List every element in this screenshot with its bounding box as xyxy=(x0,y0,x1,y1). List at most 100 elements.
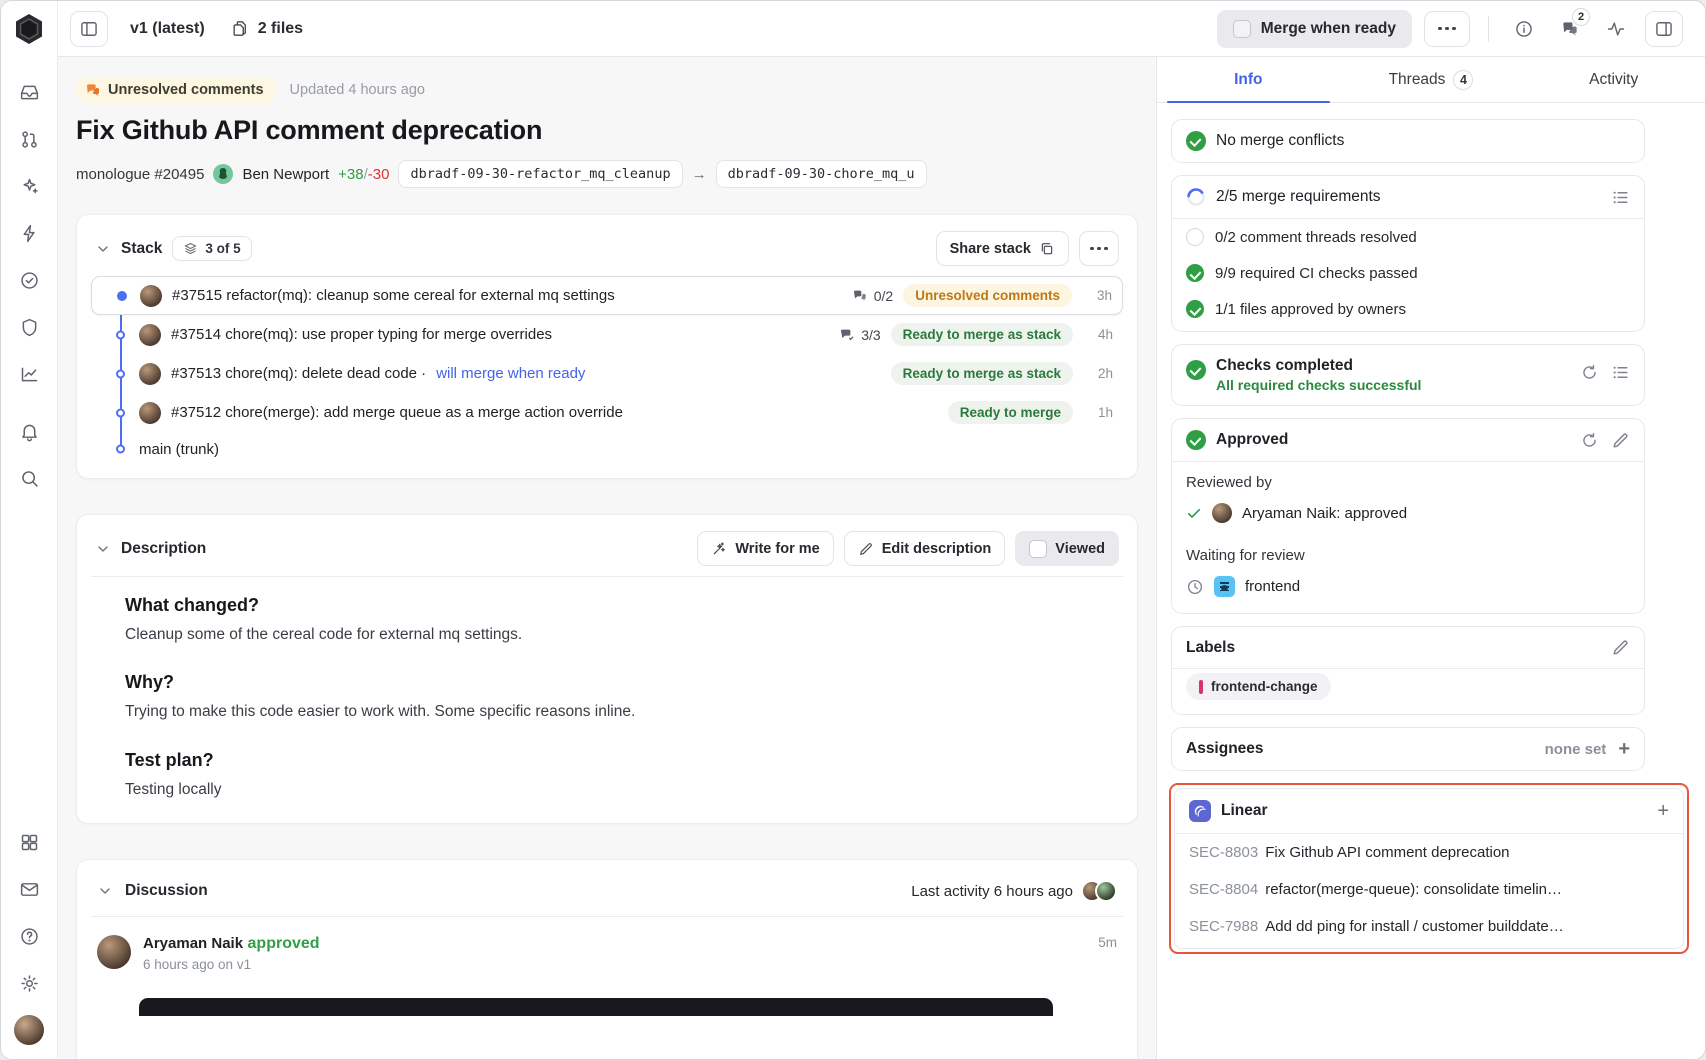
tab-activity[interactable]: Activity xyxy=(1522,57,1705,102)
refresh-icon[interactable] xyxy=(1580,363,1599,382)
stack-row-current[interactable]: #37515 refactor(mq): cleanup some cereal… xyxy=(91,276,1123,315)
comment-count: 0/2 xyxy=(852,288,893,304)
sidebar-toggle-icon[interactable] xyxy=(70,11,108,47)
stack-row[interactable]: #37512 chore(merge): add merge queue as … xyxy=(91,393,1123,432)
version-selector[interactable]: v1 (latest) xyxy=(130,20,205,38)
row-time: 2h xyxy=(1083,366,1113,381)
files-button[interactable]: 2 files xyxy=(231,19,303,38)
status-badge: Ready to merge xyxy=(948,401,1073,424)
linear-issue-row[interactable]: SEC-7988 Add dd ping for install / custo… xyxy=(1175,908,1683,948)
checks-title: Checks completed xyxy=(1216,357,1421,375)
right-panel-toggle-icon[interactable] xyxy=(1645,11,1683,47)
waiting-team-row[interactable]: frontend xyxy=(1172,568,1644,613)
stack-node-icon xyxy=(117,291,127,301)
merge-conflicts-card: No merge conflicts xyxy=(1171,119,1645,163)
info-icon[interactable] xyxy=(1507,12,1541,46)
settings-gear-icon[interactable] xyxy=(10,964,48,1002)
list-icon[interactable] xyxy=(1611,188,1630,207)
reviewer-name: Aryaman Naik: approved xyxy=(1242,505,1407,522)
stack-count-pill[interactable]: 3 of 5 xyxy=(172,236,251,261)
linear-issue-row[interactable]: SEC-8804 refactor(merge-queue): consolid… xyxy=(1175,871,1683,908)
approved-label: approved xyxy=(248,935,320,952)
insights-icon[interactable] xyxy=(10,355,48,393)
threads-count-badge: 4 xyxy=(1453,70,1473,90)
trunk-row[interactable]: main (trunk) xyxy=(91,432,1123,466)
activity-pulse-icon[interactable] xyxy=(1599,12,1633,46)
commenter-name[interactable]: Aryaman Naik xyxy=(143,935,243,952)
last-activity-label: Last activity 6 hours ago xyxy=(911,883,1073,900)
reviewer-row[interactable]: Aryaman Naik: approved xyxy=(1172,495,1644,535)
team-avatar xyxy=(1214,576,1235,597)
description-text: Trying to make this code easier to work … xyxy=(125,701,1089,723)
overflow-menu-button[interactable] xyxy=(1424,11,1470,47)
comments-icon[interactable]: 2 xyxy=(1553,12,1587,46)
graphite-logo-icon[interactable] xyxy=(11,11,47,47)
inbox-icon[interactable] xyxy=(10,73,48,111)
labels-title: Labels xyxy=(1186,639,1235,657)
tab-threads[interactable]: Threads4 xyxy=(1340,57,1523,102)
pencil-icon[interactable] xyxy=(1611,431,1630,450)
ai-sparkle-icon[interactable] xyxy=(10,167,48,205)
share-stack-button[interactable]: Share stack xyxy=(936,231,1069,266)
repo-and-number[interactable]: monologue #20495 xyxy=(76,166,204,183)
will-merge-link[interactable]: will merge when ready xyxy=(436,365,585,382)
description-heading: What changed? xyxy=(125,595,1089,616)
deletions-count: -30 xyxy=(368,166,390,183)
stack-overflow-button[interactable] xyxy=(1079,231,1119,266)
refresh-icon[interactable] xyxy=(1580,431,1599,450)
pr-meta-row: monologue #20495 Ben Newport +38/-30 dbr… xyxy=(76,160,1138,188)
mail-icon[interactable] xyxy=(10,870,48,908)
add-linear-issue-button[interactable]: + xyxy=(1657,801,1669,821)
add-assignee-button[interactable]: + xyxy=(1618,739,1630,759)
viewed-button[interactable]: Viewed xyxy=(1015,531,1119,566)
stack-row[interactable]: #37513 chore(mq): delete dead code · wil… xyxy=(91,354,1123,393)
main-column: Unresolved comments Updated 4 hours ago … xyxy=(58,57,1156,1059)
app-window: v1 (latest) 2 files Merge when ready 2 xyxy=(0,0,1706,1060)
linear-card: Linear + SEC-8803 Fix Github API comment… xyxy=(1174,788,1684,949)
comment-check-icon xyxy=(839,327,855,343)
notifications-icon[interactable] xyxy=(10,412,48,450)
edit-description-button[interactable]: Edit description xyxy=(844,531,1006,566)
linear-title: Linear xyxy=(1221,802,1268,820)
collapse-stack-icon[interactable] xyxy=(95,241,111,257)
source-branch-chip[interactable]: dbradf-09-30-refactor_mq_cleanup xyxy=(398,160,682,188)
merge-conflicts-label: No merge conflicts xyxy=(1216,132,1344,150)
description-text: Testing locally xyxy=(125,779,1089,801)
label-chip[interactable]: frontend-change xyxy=(1186,673,1331,700)
author-name[interactable]: Ben Newport xyxy=(242,166,329,183)
discussion-title: Discussion xyxy=(125,882,208,900)
row-time: 1h xyxy=(1083,405,1113,420)
approved-title: Approved xyxy=(1216,431,1288,449)
discussion-comment[interactable]: Aryaman Naik approved 6 hours ago on v1 … xyxy=(91,917,1123,972)
stack-row[interactable]: #37514 chore(mq): use proper typing for … xyxy=(91,315,1123,354)
collapse-discussion-icon[interactable] xyxy=(97,883,113,899)
viewed-checkbox[interactable] xyxy=(1029,540,1047,558)
checks-subtitle: All required checks successful xyxy=(1216,377,1421,393)
merge-requirements-card: 2/5 merge requirements 0/2 comment threa… xyxy=(1171,175,1645,332)
label-color-icon xyxy=(1199,680,1203,694)
comment-bubble-icon xyxy=(85,82,101,98)
target-branch-chip[interactable]: dbradf-09-30-chore_mq_u xyxy=(716,160,927,188)
progress-ring-icon xyxy=(1186,187,1206,207)
list-icon[interactable] xyxy=(1611,363,1630,382)
apps-grid-icon[interactable] xyxy=(10,823,48,861)
sidebar-tabs: Info Threads4 Activity xyxy=(1157,57,1705,103)
collapse-description-icon[interactable] xyxy=(95,541,111,557)
check-circle-icon xyxy=(1186,360,1206,380)
stack-section: Stack 3 of 5 Share stack xyxy=(76,214,1138,479)
ci-status-icon[interactable] xyxy=(10,261,48,299)
write-for-me-button[interactable]: Write for me xyxy=(697,531,833,566)
tab-info[interactable]: Info xyxy=(1157,57,1340,102)
linear-issue-row[interactable]: SEC-8803 Fix Github API comment deprecat… xyxy=(1175,834,1683,871)
pencil-icon[interactable] xyxy=(1611,638,1630,657)
merge-when-ready-checkbox[interactable] xyxy=(1233,20,1251,38)
help-icon[interactable] xyxy=(10,917,48,955)
shield-icon[interactable] xyxy=(10,308,48,346)
search-icon[interactable] xyxy=(10,459,48,497)
avatar xyxy=(1212,503,1232,523)
automations-icon[interactable] xyxy=(10,214,48,252)
merge-when-ready-button[interactable]: Merge when ready xyxy=(1217,10,1412,48)
description-section: Description Write for me Edit descriptio… xyxy=(76,514,1138,824)
pull-request-icon[interactable] xyxy=(10,120,48,158)
user-avatar[interactable] xyxy=(14,1015,44,1045)
